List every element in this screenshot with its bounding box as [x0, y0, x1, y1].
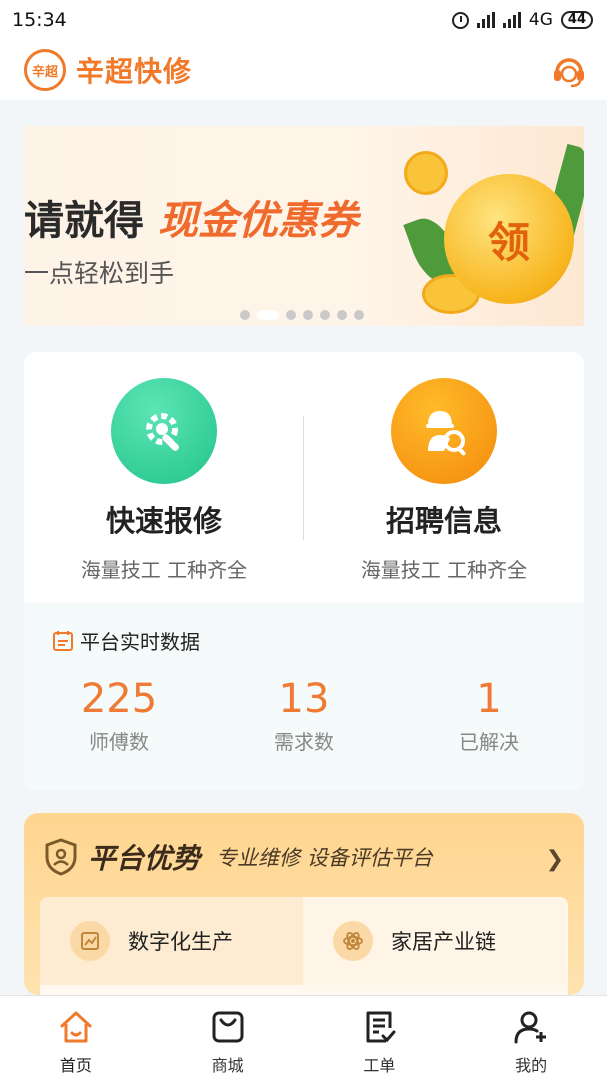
tab-label: 首页: [59, 1056, 92, 1075]
status-time: 15:34: [12, 9, 67, 31]
calendar-icon: [53, 630, 73, 651]
recruitment-title: 招聘信息: [385, 504, 502, 538]
gear-wrench-icon: [111, 378, 217, 484]
user-add-icon: [514, 1011, 547, 1044]
stat-value: 225: [80, 676, 158, 722]
recruitment-subtitle: 海量技工 工种齐全: [360, 558, 528, 582]
carousel-dot[interactable]: [286, 310, 296, 320]
stat-value: 13: [278, 676, 330, 722]
advantage-header: 平台优势 专业维修 设备评估平台: [44, 837, 433, 877]
chevron-right-icon[interactable]: ❯: [546, 847, 564, 872]
carousel-dot[interactable]: [354, 310, 364, 320]
quick-repair-subtitle: 海量技工 工种齐全: [80, 558, 248, 582]
advantage-title: 平台优势: [88, 842, 201, 875]
tab-label: 我的: [515, 1056, 548, 1075]
quick-actions-card: 快速报修 海量技工 工种齐全 招聘信息 海量技工 工种齐全 平台实时数据 225…: [24, 352, 584, 790]
battery-icon: 44: [560, 11, 593, 29]
logo: 辛超: [24, 49, 66, 91]
alarm-icon: [451, 11, 469, 29]
banner-title: 请就得 现金优惠券: [24, 188, 358, 246]
stat-label: 已解决: [459, 730, 519, 754]
tab-mine[interactable]: 我的: [455, 996, 607, 1080]
quick-repair-title: 快速报修: [105, 504, 222, 538]
home-icon: [60, 1011, 92, 1043]
carousel-dot-active[interactable]: [257, 310, 279, 320]
advantage-item-digital[interactable]: 数字化生产: [40, 897, 303, 985]
advantage-grid: 数字化生产 家居产业链: [40, 897, 568, 995]
platform-stats: 平台实时数据 225 师傅数 13 需求数 1 已解决: [24, 602, 584, 790]
app-header: 辛超 辛超快修: [0, 40, 607, 100]
shield-icon: [45, 838, 77, 876]
banner-title-highlight: 现金优惠券: [157, 198, 358, 244]
promo-banner[interactable]: 请就得 现金优惠券 一点轻松到手 领: [24, 126, 584, 326]
chart-icon: [70, 921, 110, 961]
stat-masters: 225 师傅数: [26, 676, 212, 755]
brand: 辛超 辛超快修: [24, 49, 192, 91]
work-order-icon: [366, 1011, 396, 1043]
tab-label: 商城: [211, 1056, 244, 1075]
advantage-item-label: 数字化生产: [128, 930, 233, 954]
stat-demands: 13 需求数: [211, 676, 397, 755]
status-bar: 15:34 4G 44: [0, 0, 607, 40]
advantage-item-home[interactable]: 家居产业链: [303, 897, 566, 985]
tab-mall[interactable]: 商城: [152, 996, 304, 1080]
tab-home[interactable]: 首页: [0, 996, 152, 1080]
floating-coin-icon: [404, 151, 448, 195]
shopping-bag-icon: [212, 1011, 244, 1043]
carousel-dot[interactable]: [240, 310, 250, 320]
signal-icon: [476, 12, 495, 28]
carousel-dot[interactable]: [303, 310, 313, 320]
stat-value: 1: [476, 676, 502, 722]
stat-label: 师傅数: [89, 730, 149, 754]
banner-title-prefix: 请就得: [24, 198, 144, 244]
advantage-item-label: 家居产业链: [391, 930, 496, 954]
stat-resolved: 1 已解决: [396, 676, 582, 755]
bottom-tab-bar: 首页 商城 工单 我的: [0, 995, 607, 1080]
stats-heading: 平台实时数据: [52, 626, 200, 655]
stats-heading-text: 平台实时数据: [80, 630, 200, 654]
network-type: 4G: [528, 10, 553, 30]
stat-label: 需求数: [274, 730, 334, 754]
carousel-dots: [240, 310, 364, 320]
advantage-subtitle: 专业维修 设备评估平台: [216, 846, 433, 870]
tab-label: 工单: [363, 1056, 396, 1075]
carousel-dot[interactable]: [337, 310, 347, 320]
worker-search-icon: [391, 378, 497, 484]
carousel-dot[interactable]: [320, 310, 330, 320]
banner-subtitle: 一点轻松到手: [24, 259, 175, 288]
atom-icon: [333, 921, 373, 961]
signal-icon-2: [502, 12, 521, 28]
status-indicators: 4G 44: [451, 10, 593, 30]
customer-service-headset-icon[interactable]: [549, 50, 589, 90]
platform-advantage-card[interactable]: 平台优势 专业维修 设备评估平台 ❯ 数字化生产 家居产业链: [24, 813, 584, 995]
coin-icon: 领: [444, 174, 574, 304]
quick-repair-button[interactable]: 快速报修 海量技工 工种齐全: [24, 352, 304, 602]
recruitment-button[interactable]: 招聘信息 海量技工 工种齐全: [304, 352, 584, 602]
tab-work-order[interactable]: 工单: [304, 996, 456, 1080]
app-name: 辛超快修: [76, 55, 193, 88]
